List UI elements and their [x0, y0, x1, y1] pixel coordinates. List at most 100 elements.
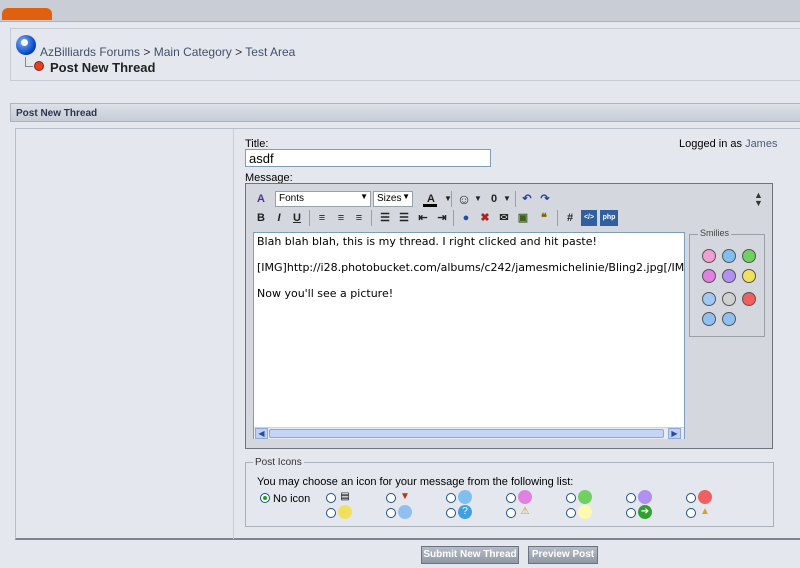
smilies-panel: Smilies: [689, 228, 765, 337]
no-icon-radio[interactable]: [260, 493, 270, 503]
html-icon[interactable]: </>: [581, 210, 597, 226]
smiley-wink-icon[interactable]: [742, 269, 756, 283]
size-select-value: Sizes: [377, 193, 402, 204]
post-icon-radio[interactable]: [566, 493, 576, 503]
post-icon-radio[interactable]: [686, 493, 696, 503]
email-link-icon[interactable]: ✉: [496, 210, 512, 226]
post-icon-radio[interactable]: [566, 508, 576, 518]
chevron-down-icon[interactable]: ▼: [470, 191, 486, 207]
breadcrumb-category-link[interactable]: Main Category: [154, 45, 232, 59]
title-input[interactable]: [245, 149, 491, 167]
post-icon-radio[interactable]: [386, 508, 396, 518]
font-select[interactable]: Fonts ▼: [275, 191, 371, 207]
font-color-icon[interactable]: A: [421, 191, 441, 207]
resize-toggle-icon[interactable]: ▲ ▼: [754, 191, 763, 208]
breadcrumb-separator: >: [143, 45, 151, 59]
post-icons-title: Post Icons: [253, 457, 304, 468]
left-column: [16, 129, 234, 539]
horizontal-scrollbar[interactable]: ◀ ▶: [254, 427, 684, 439]
breadcrumb-forum-link[interactable]: AzBilliards Forums: [40, 45, 140, 59]
smiley-question-icon[interactable]: [702, 292, 716, 306]
arrow-icon: ➔: [638, 505, 652, 519]
ordered-list-icon[interactable]: ☰: [377, 210, 393, 226]
post-icon-radio[interactable]: [386, 493, 396, 503]
divider: [371, 210, 372, 226]
insert-link-icon[interactable]: ●: [458, 210, 474, 226]
post-icon-radio[interactable]: [326, 508, 336, 518]
thumbs-down-icon: ▼: [400, 491, 410, 502]
tree-connector: [25, 57, 33, 67]
divider: [453, 210, 454, 226]
wink-icon: [338, 505, 352, 519]
divider: [451, 191, 452, 207]
switch-mode-icon[interactable]: A: [253, 191, 269, 207]
logged-in-prefix: Logged in as: [679, 138, 742, 150]
breadcrumb-separator: >: [235, 45, 243, 59]
italic-button[interactable]: I: [271, 210, 287, 226]
page-title: Post New Thread: [50, 60, 156, 75]
remove-link-icon[interactable]: ✖: [477, 210, 493, 226]
smiley-mad-icon[interactable]: [742, 292, 756, 306]
laugh-icon: [518, 490, 532, 504]
php-icon[interactable]: php: [600, 210, 618, 226]
indent-icon[interactable]: ⇥: [434, 210, 450, 226]
outdent-icon[interactable]: ⇤: [415, 210, 431, 226]
smiley-cool-icon[interactable]: [722, 312, 736, 326]
undo-icon[interactable]: ↶: [519, 191, 535, 207]
logged-in-text: Logged in as James: [679, 138, 777, 150]
smiley-happy-icon[interactable]: [722, 249, 736, 263]
chevron-down-icon[interactable]: ▼: [499, 191, 515, 207]
smiley-grin-icon[interactable]: [742, 249, 756, 263]
section-header: Post New Thread: [10, 103, 800, 122]
logged-in-user-link[interactable]: James: [745, 138, 777, 150]
unordered-list-icon[interactable]: ☰: [396, 210, 412, 226]
breadcrumb-area-link[interactable]: Test Area: [245, 45, 295, 59]
frown-icon: [638, 490, 652, 504]
post-icon-radio[interactable]: [506, 508, 516, 518]
post-icon-radio[interactable]: [506, 493, 516, 503]
redo-icon[interactable]: ↷: [537, 191, 553, 207]
align-center-icon[interactable]: ≡: [333, 210, 349, 226]
post-icon-radio[interactable]: [626, 508, 636, 518]
post-icon-radio[interactable]: [326, 493, 336, 503]
scroll-thumb[interactable]: [269, 429, 664, 438]
breadcrumb: AzBilliards Forums > Main Category > Tes…: [40, 45, 295, 59]
underline-button[interactable]: U: [289, 210, 305, 226]
message-line: Blah blah blah, this is my thread. I rig…: [257, 235, 597, 248]
grin-icon: [578, 490, 592, 504]
post-icons-prompt: You may choose an icon for your message …: [257, 476, 574, 488]
post-icon-radio[interactable]: [686, 508, 696, 518]
message-line: [IMG]http://i28.photobucket.com/albums/c…: [257, 261, 685, 274]
editor-toolbar: A Fonts ▼ Sizes ▼ A ▼ ☺ ▼ 0 ▼ ↶ ↷ B I U ≡ …: [251, 189, 681, 229]
scroll-left-icon[interactable]: ◀: [255, 428, 268, 439]
submit-new-thread-button[interactable]: Submit New Thread: [421, 546, 519, 564]
smiley-rolleyes-icon[interactable]: [702, 312, 716, 326]
post-status-icon: [34, 61, 44, 71]
message-textarea[interactable]: Blah blah blah, this is my thread. I rig…: [253, 232, 685, 439]
divider: [557, 210, 558, 226]
post-icon-radio[interactable]: [446, 508, 456, 518]
top-tab: [2, 8, 52, 20]
smiley-tongue-icon[interactable]: [702, 249, 716, 263]
bold-button[interactable]: B: [253, 210, 269, 226]
message-line: Now you'll see a picture!: [257, 287, 394, 300]
quote-icon[interactable]: ❝: [536, 210, 552, 226]
align-right-icon[interactable]: ≡: [351, 210, 367, 226]
insert-image-icon[interactable]: ▣: [515, 210, 531, 226]
size-select[interactable]: Sizes ▼: [373, 191, 413, 207]
smiley-laugh-icon[interactable]: [702, 269, 716, 283]
top-strip: [0, 0, 800, 22]
cool-icon: [398, 505, 412, 519]
chevron-down-icon[interactable]: ▼: [440, 191, 456, 207]
chevron-down-icon: ▼: [360, 192, 368, 201]
post-icon-radio[interactable]: [626, 493, 636, 503]
post-icon-radio[interactable]: [446, 493, 456, 503]
angry-icon: [698, 490, 712, 504]
smiley-confused-icon[interactable]: [722, 269, 736, 283]
smilies-title: Smilies: [698, 228, 732, 238]
code-icon[interactable]: #: [562, 210, 578, 226]
align-left-icon[interactable]: ≡: [314, 210, 330, 226]
smiley-eek-icon[interactable]: [722, 292, 736, 306]
scroll-right-icon[interactable]: ▶: [668, 428, 681, 439]
preview-post-button[interactable]: Preview Post: [528, 546, 598, 564]
